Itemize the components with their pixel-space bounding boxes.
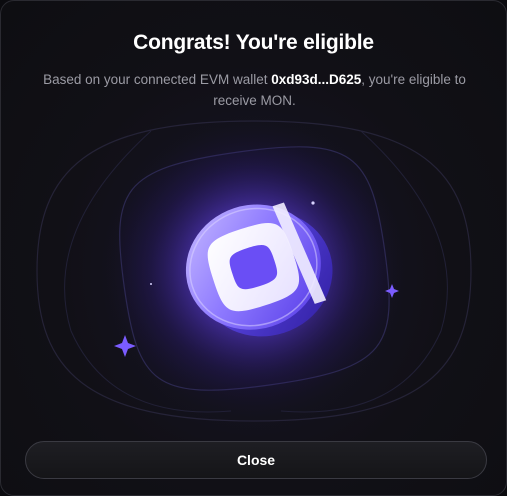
close-button[interactable]: Close <box>25 441 487 479</box>
reward-illustration <box>36 119 472 422</box>
subtitle-prefix: Based on your connected EVM wallet <box>43 72 272 87</box>
eligibility-modal: Congrats! You're eligible Based on your … <box>0 0 507 496</box>
modal-title: Congrats! You're eligible <box>133 31 374 54</box>
modal-subtitle: Based on your connected EVM wallet 0xd93… <box>27 69 482 111</box>
wallet-address: 0xd93d...D625 <box>271 72 362 87</box>
